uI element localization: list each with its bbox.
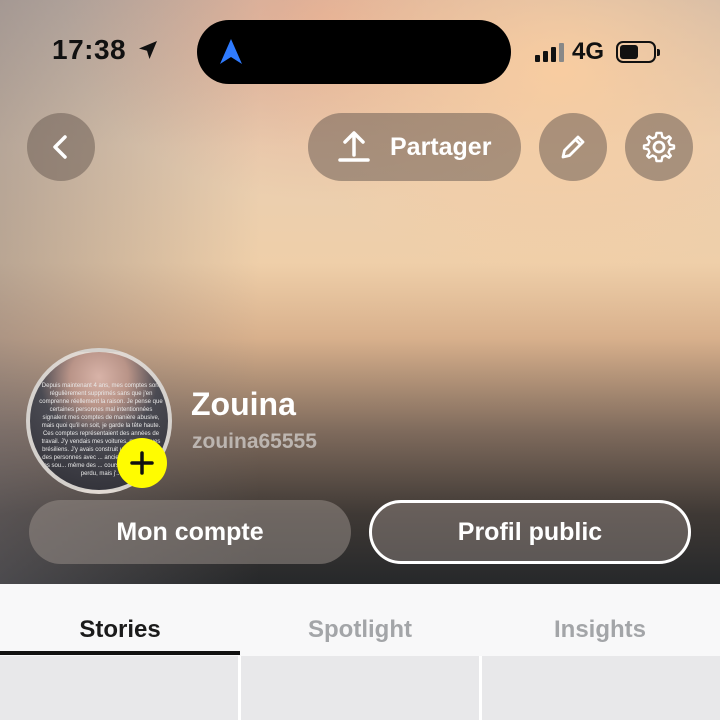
pencil-icon — [561, 135, 585, 159]
share-label: Partager — [390, 132, 492, 161]
location-arrow-icon — [139, 41, 158, 59]
tab-insights[interactable]: Insights — [480, 584, 720, 656]
my-account-button[interactable]: Mon compte — [29, 500, 351, 564]
my-account-label: Mon compte — [116, 517, 264, 546]
stories-grid — [0, 656, 720, 720]
network-label: 4G — [572, 38, 605, 65]
story-tile[interactable] — [0, 656, 238, 720]
gear-icon — [642, 131, 676, 163]
navigation-arrow-icon — [220, 39, 242, 64]
back-button[interactable] — [27, 113, 95, 181]
story-tile[interactable] — [241, 656, 479, 720]
story-tile[interactable] — [482, 656, 720, 720]
display-name: Zouina — [191, 386, 296, 422]
time-label: 17:38 — [52, 34, 127, 65]
tab-stories[interactable]: Stories — [0, 584, 240, 656]
signal-icon — [535, 42, 564, 62]
battery-icon — [616, 41, 661, 63]
dynamic-island — [197, 20, 511, 84]
share-upload-icon — [338, 131, 370, 162]
profile-header-background: 17:38 4G Partager Depuis maintenant 4 an… — [0, 0, 720, 584]
public-profile-label: Profil public — [457, 517, 603, 546]
add-story-button[interactable] — [117, 438, 167, 488]
share-button[interactable]: Partager — [308, 113, 521, 181]
profile-tabs: Stories Spotlight Insights — [0, 584, 720, 656]
settings-button[interactable] — [625, 113, 693, 181]
plus-icon — [130, 451, 154, 475]
tab-spotlight[interactable]: Spotlight — [240, 584, 480, 656]
active-tab-indicator — [0, 651, 240, 655]
username: zouina65555 — [192, 430, 317, 453]
status-indicators: 4G — [535, 38, 661, 66]
public-profile-button[interactable]: Profil public — [369, 500, 691, 564]
edit-profile-button[interactable] — [539, 113, 607, 181]
status-time: 17:38 — [52, 34, 160, 66]
chevron-left-icon — [53, 135, 67, 159]
